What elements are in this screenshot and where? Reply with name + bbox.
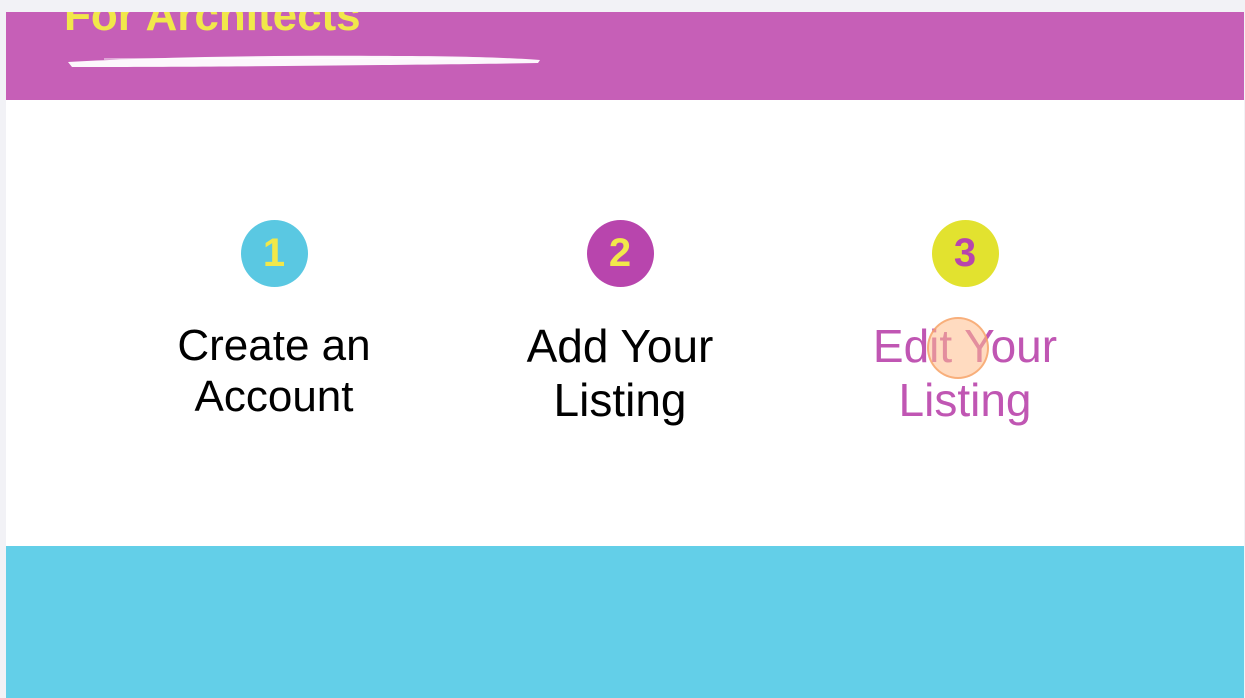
step-add-listing[interactable]: 2 Add Your Listing [490,220,750,427]
step-number-badge: 2 [586,220,654,287]
steps-section: 1 Create an Account 2 Add Your Listing 3… [6,100,1244,546]
step-label-line: Edit Your [872,320,1058,372]
hero-title: For Architects [64,12,361,40]
step-create-account[interactable]: 1 Create an Account [144,220,404,422]
step-number-badge: 3 [931,220,999,287]
step-number-badge: 1 [240,220,308,287]
step-label-line: Add Your [526,320,714,372]
step-label: Create an Account [144,320,404,422]
page-frame: For Architects 1 Create an Account 2 Add… [6,12,1244,698]
step-edit-listing[interactable]: 3 Edit Your Listing [835,220,1095,427]
step-label-line: Create an [177,321,371,370]
step-number: 3 [953,231,977,275]
step-label-line: Listing [553,374,687,426]
bottom-band [6,546,1244,698]
step-label: Add Your Listing [490,319,750,427]
step-number: 1 [262,231,286,275]
brush-underline-icon [68,55,540,67]
hero-banner: For Architects [6,12,1244,100]
step-label-line: Listing [898,374,1032,426]
step-label: Edit Your Listing [835,319,1095,427]
step-label-line: Account [194,372,354,421]
step-number: 2 [608,231,632,275]
